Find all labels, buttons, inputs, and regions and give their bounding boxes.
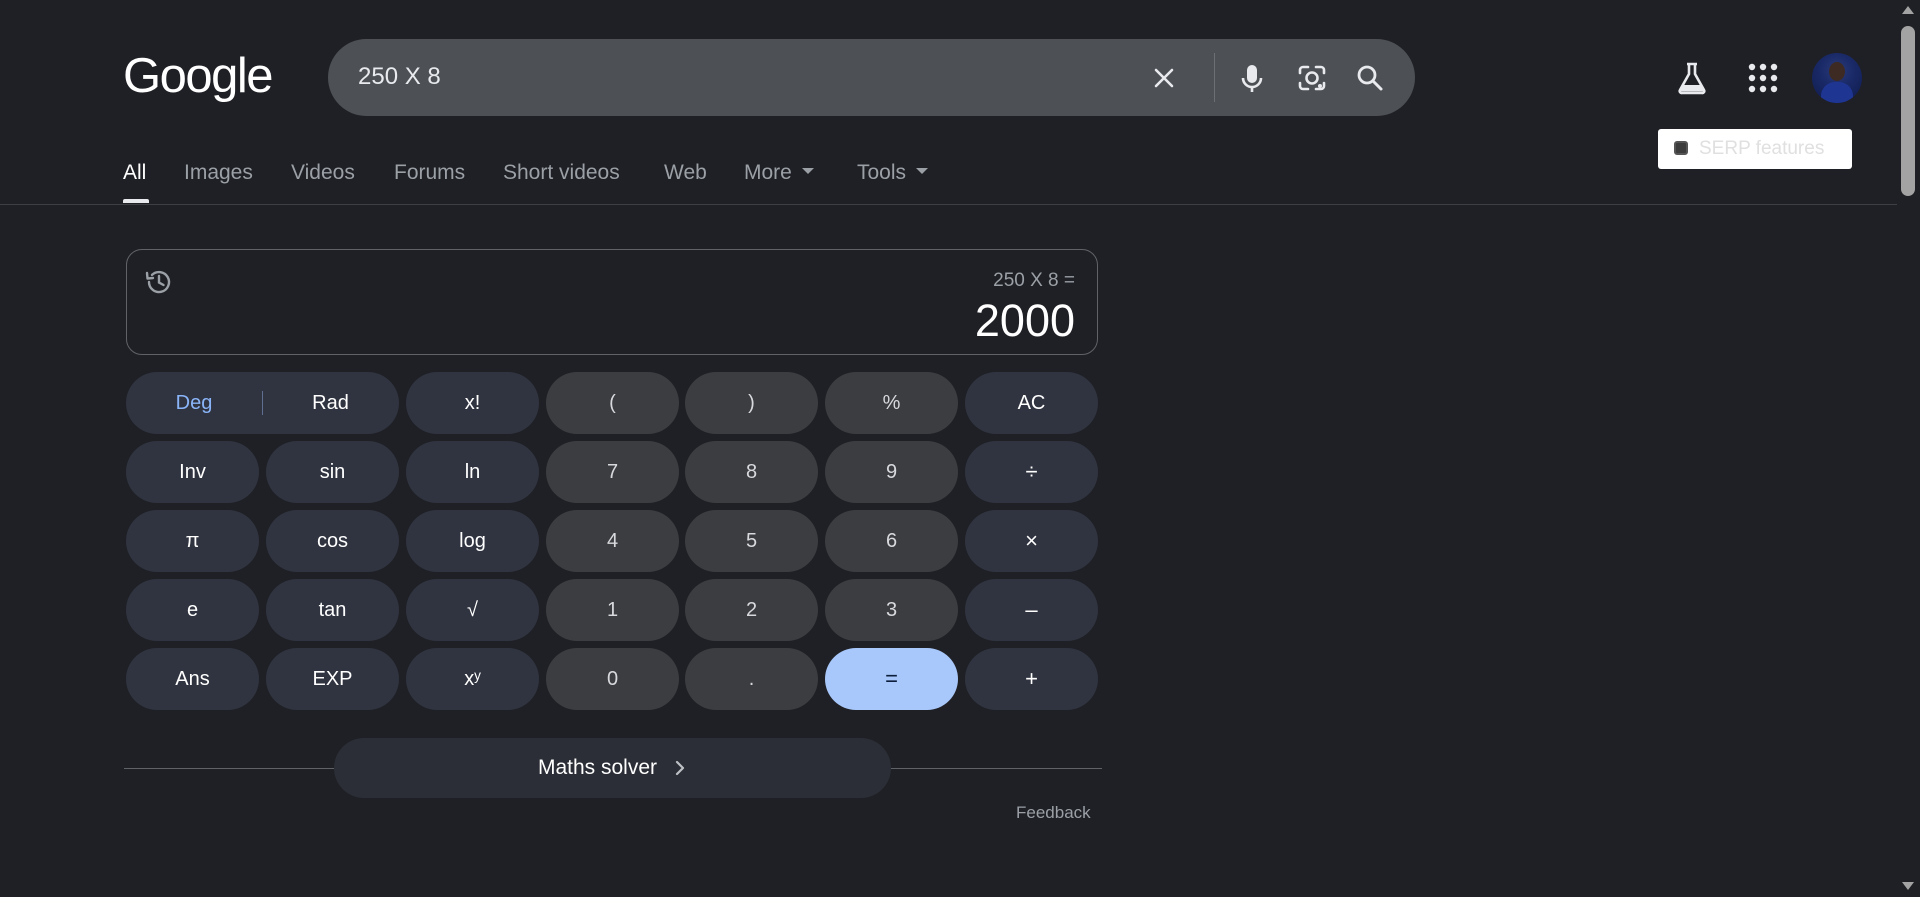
search-icon[interactable] xyxy=(1351,59,1389,97)
tab-all[interactable]: All xyxy=(123,161,146,185)
tab-web[interactable]: Web xyxy=(664,161,707,185)
digit-2-key[interactable]: 2 xyxy=(685,579,818,641)
tab-forums[interactable]: Forums xyxy=(394,161,465,185)
scroll-down-arrow-icon[interactable] xyxy=(1902,882,1914,890)
pi-key[interactable]: π xyxy=(126,510,259,572)
microphone-icon[interactable] xyxy=(1233,59,1271,97)
active-tab-indicator xyxy=(123,199,149,203)
cos-key[interactable]: cos xyxy=(266,510,399,572)
tan-key[interactable]: tan xyxy=(266,579,399,641)
factorial-key[interactable]: x! xyxy=(406,372,539,434)
all-clear-key[interactable]: AC xyxy=(965,372,1098,434)
ln-key[interactable]: ln xyxy=(406,441,539,503)
digit-4-key[interactable]: 4 xyxy=(546,510,679,572)
avatar-face xyxy=(1829,62,1845,81)
apps-grid-icon[interactable] xyxy=(1745,60,1781,101)
digit-0-key[interactable]: 0 xyxy=(546,648,679,710)
feedback-link[interactable]: Feedback xyxy=(1016,803,1091,823)
divide-key[interactable]: ÷ xyxy=(965,441,1098,503)
chevron-right-icon xyxy=(673,759,687,777)
multiply-key[interactable]: × xyxy=(965,510,1098,572)
tab-videos[interactable]: Videos xyxy=(291,161,355,185)
scrollbar-thumb[interactable] xyxy=(1901,26,1915,196)
open-paren-key[interactable]: ( xyxy=(546,372,679,434)
decimal-point-key[interactable]: . xyxy=(685,648,818,710)
maths-solver-label: Maths solver xyxy=(537,756,658,779)
percent-key[interactable]: % xyxy=(825,372,958,434)
search-bar[interactable]: 250 X 8 xyxy=(328,39,1415,116)
caret-down-icon xyxy=(801,168,814,175)
serp-features-toggle[interactable]: SERP features xyxy=(1658,129,1852,169)
tab-images[interactable]: Images xyxy=(184,161,253,185)
equals-key[interactable]: = xyxy=(825,648,958,710)
page: Google 250 X 8 SERP features All Images … xyxy=(0,0,1920,897)
flask-icon[interactable] xyxy=(1673,59,1711,102)
google-logo[interactable]: Google xyxy=(123,48,274,104)
rad-button[interactable]: Rad xyxy=(262,372,399,434)
digit-5-key[interactable]: 5 xyxy=(685,510,818,572)
power-key[interactable]: xʸ xyxy=(406,648,539,710)
search-input[interactable]: 250 X 8 xyxy=(358,63,441,91)
e-key[interactable]: e xyxy=(126,579,259,641)
close-paren-key[interactable]: ) xyxy=(685,372,818,434)
tab-tools[interactable]: Tools xyxy=(857,161,929,185)
sqrt-key[interactable]: √ xyxy=(406,579,539,641)
digit-8-key[interactable]: 8 xyxy=(685,441,818,503)
sin-key[interactable]: sin xyxy=(266,441,399,503)
exp-key[interactable]: EXP xyxy=(266,648,399,710)
tab-more[interactable]: More xyxy=(744,161,814,185)
search-divider xyxy=(1214,53,1215,102)
serp-features-checkbox[interactable] xyxy=(1674,141,1688,155)
header-divider xyxy=(0,204,1897,205)
minus-key[interactable]: – xyxy=(965,579,1098,641)
scroll-up-arrow-icon[interactable] xyxy=(1902,6,1914,14)
tab-tools-label: Tools xyxy=(857,161,907,184)
history-icon[interactable] xyxy=(143,266,175,303)
tab-more-label: More xyxy=(744,161,792,184)
calculator-result: 2000 xyxy=(974,295,1075,346)
digit-1-key[interactable]: 1 xyxy=(546,579,679,641)
calculator-display: 250 X 8 = 2000 xyxy=(126,249,1098,355)
page-scrollbar[interactable] xyxy=(1897,0,1920,897)
camera-lens-icon[interactable] xyxy=(1293,59,1331,97)
caret-down-icon xyxy=(916,168,929,175)
calculator-expression: 250 X 8 = xyxy=(993,270,1075,291)
maths-solver-button[interactable]: Maths solver xyxy=(334,738,891,798)
deg-rad-toggle: Deg Rad xyxy=(126,372,399,434)
tab-short-videos[interactable]: Short videos xyxy=(503,161,620,185)
digit-3-key[interactable]: 3 xyxy=(825,579,958,641)
digit-6-key[interactable]: 6 xyxy=(825,510,958,572)
inv-key[interactable]: Inv xyxy=(126,441,259,503)
serp-features-label: SERP features xyxy=(1699,138,1825,159)
ans-key[interactable]: Ans xyxy=(126,648,259,710)
account-avatar[interactable] xyxy=(1812,53,1862,103)
digit-9-key[interactable]: 9 xyxy=(825,441,958,503)
avatar-body xyxy=(1821,82,1853,103)
digit-7-key[interactable]: 7 xyxy=(546,441,679,503)
log-key[interactable]: log xyxy=(406,510,539,572)
plus-key[interactable]: + xyxy=(965,648,1098,710)
deg-button[interactable]: Deg xyxy=(126,372,262,434)
close-icon[interactable] xyxy=(1145,59,1183,97)
